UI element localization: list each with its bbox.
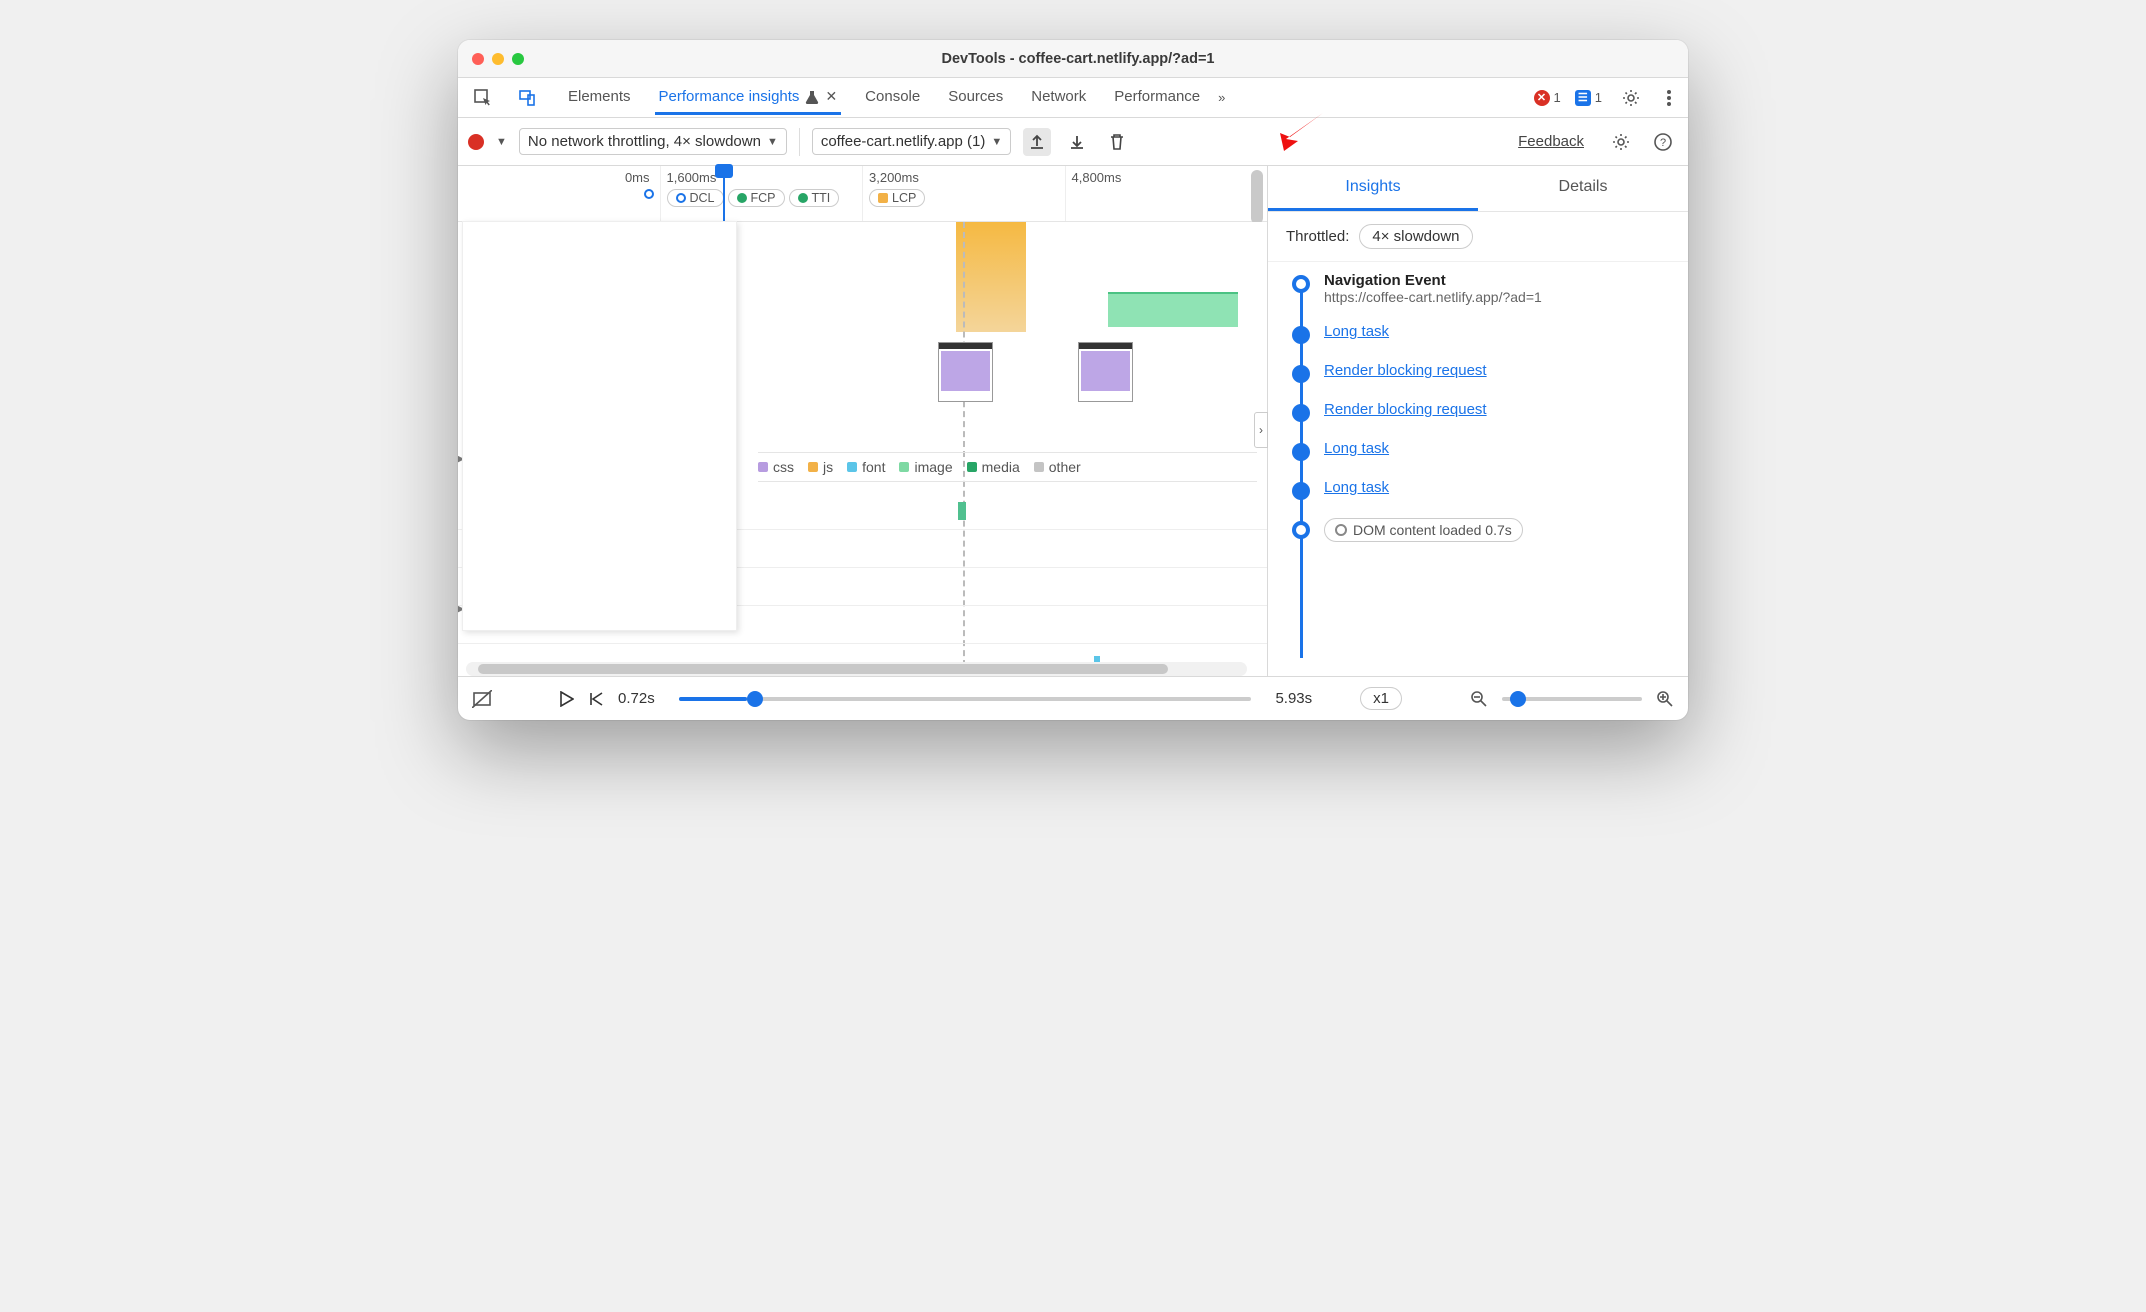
messages-badge[interactable]: ☰1 (1575, 90, 1602, 106)
screenshot-thumb-2[interactable] (1078, 342, 1133, 402)
current-time: 0.72s (618, 690, 655, 707)
fcp-marker[interactable]: FCP (728, 189, 785, 207)
insight-navigation-event[interactable]: Navigation Event https://coffee-cart.net… (1292, 272, 1670, 305)
devtools-window: DevTools - coffee-cart.netlify.app/?ad=1… (458, 40, 1688, 720)
insight-long-task-1[interactable]: Long task (1292, 323, 1670, 344)
dcl-marker[interactable]: DCL (667, 189, 724, 207)
zoom-out-icon[interactable] (1470, 690, 1488, 708)
insights-toolbar: ▼ No network throttling, 4× slowdown▼ co… (458, 118, 1688, 166)
insight-long-task-3[interactable]: Long task (1292, 479, 1670, 500)
zoom-in-icon[interactable] (1656, 690, 1674, 708)
filmstrip-popover (462, 221, 737, 631)
bullet-open-icon (1292, 275, 1310, 293)
feedback-link[interactable]: Feedback (1518, 133, 1584, 150)
time-ruler[interactable]: 0ms 1,600ms DCL FCP TTI 3,200ms (458, 166, 1267, 222)
request-legend: css js font image media other (758, 452, 1257, 482)
insights-tabs: Insights Details (1268, 166, 1688, 212)
tab-network[interactable]: Network (1027, 80, 1090, 115)
timeline-panel: 0ms 1,600ms DCL FCP TTI 3,200ms (458, 166, 1268, 676)
panel-settings-icon[interactable] (1606, 129, 1636, 155)
time-slider[interactable] (679, 697, 1252, 701)
more-menu-icon[interactable] (1660, 85, 1678, 111)
disable-screenshots-icon[interactable] (472, 690, 492, 708)
insight-render-blocking-2[interactable]: Render blocking request (1292, 401, 1670, 422)
play-button[interactable] (560, 691, 574, 707)
screenshot-thumb-1[interactable] (938, 342, 993, 402)
insight-dom-content-loaded[interactable]: DOM content loaded 0.7s (1292, 518, 1670, 542)
panel-body: 0ms 1,600ms DCL FCP TTI 3,200ms (458, 166, 1688, 676)
playback-speed-chip[interactable]: x1 (1360, 687, 1402, 710)
help-icon[interactable]: ? (1648, 129, 1678, 155)
device-toggle-icon[interactable] (512, 85, 542, 111)
lcp-marker[interactable]: LCP (869, 189, 925, 207)
insights-sidebar: Insights Details Throttled: 4× slowdown … (1268, 166, 1688, 676)
horizontal-scrollbar[interactable] (466, 662, 1247, 676)
tab-performance-insights[interactable]: Performance insights ✕ (655, 80, 842, 115)
throttling-select[interactable]: No network throttling, 4× slowdown▼ (519, 128, 787, 155)
tab-console[interactable]: Console (861, 80, 924, 115)
import-button[interactable] (1063, 128, 1091, 156)
ruler-tick-3: 4,800ms (1072, 170, 1262, 185)
tab-elements[interactable]: Elements (564, 80, 635, 115)
close-tab-icon[interactable]: ✕ (825, 88, 837, 105)
devtools-tabs-row: Elements Performance insights ✕ Console … (458, 78, 1688, 118)
more-tabs-button[interactable]: » (1218, 90, 1225, 105)
tti-marker[interactable]: TTI (789, 189, 840, 207)
panel-tabs: Elements Performance insights ✕ Console … (564, 80, 1204, 115)
inspect-element-icon[interactable] (468, 85, 498, 111)
delete-button[interactable] (1103, 128, 1131, 156)
annotation-arrow (1268, 105, 1328, 155)
tab-insights[interactable]: Insights (1268, 166, 1478, 211)
playback-footer: 0.72s 5.93s x1 (458, 676, 1688, 720)
throttled-info: Throttled: 4× slowdown (1268, 212, 1688, 262)
nav-marker-icon (644, 189, 654, 199)
svg-text:?: ? (1660, 137, 1666, 149)
total-time: 5.93s (1275, 690, 1312, 707)
ruler-tick-0: 0ms (464, 170, 654, 185)
titlebar: DevTools - coffee-cart.netlify.app/?ad=1 (458, 40, 1688, 78)
sidebar-expand-handle[interactable]: › (1254, 412, 1268, 448)
ruler-tick-2: 3,200ms (869, 170, 1059, 185)
vertical-scrollbar[interactable] (1251, 170, 1263, 224)
settings-icon[interactable] (1616, 85, 1646, 111)
errors-badge[interactable]: ✕1 (1534, 90, 1561, 106)
tab-performance[interactable]: Performance (1110, 80, 1204, 115)
record-button[interactable] (468, 134, 484, 150)
record-options-dropdown[interactable]: ▼ (496, 136, 507, 148)
tab-sources[interactable]: Sources (944, 80, 1007, 115)
image-block[interactable] (1108, 292, 1238, 327)
beaker-icon (805, 90, 819, 104)
tab-performance-insights-label: Performance insights (659, 88, 800, 105)
throttled-chip[interactable]: 4× slowdown (1359, 224, 1472, 249)
recording-select[interactable]: coffee-cart.netlify.app (1)▼ (812, 128, 1011, 155)
insight-long-task-2[interactable]: Long task (1292, 440, 1670, 461)
insights-list[interactable]: Navigation Event https://coffee-cart.net… (1268, 262, 1688, 676)
tab-details[interactable]: Details (1478, 166, 1688, 211)
lcp-block[interactable] (956, 222, 1026, 332)
timeline-area[interactable]: css js font image media other ▶ ▶ › (458, 222, 1267, 676)
playhead-scrubber[interactable] (723, 166, 725, 221)
image-request-tick[interactable] (958, 502, 966, 520)
ruler-tick-1: 1,600ms (667, 170, 857, 185)
zoom-slider[interactable] (1502, 697, 1642, 701)
jump-start-button[interactable] (588, 691, 604, 707)
insight-render-blocking-1[interactable]: Render blocking request (1292, 362, 1670, 383)
export-button[interactable] (1023, 128, 1051, 156)
window-title: DevTools - coffee-cart.netlify.app/?ad=1 (482, 51, 1674, 67)
